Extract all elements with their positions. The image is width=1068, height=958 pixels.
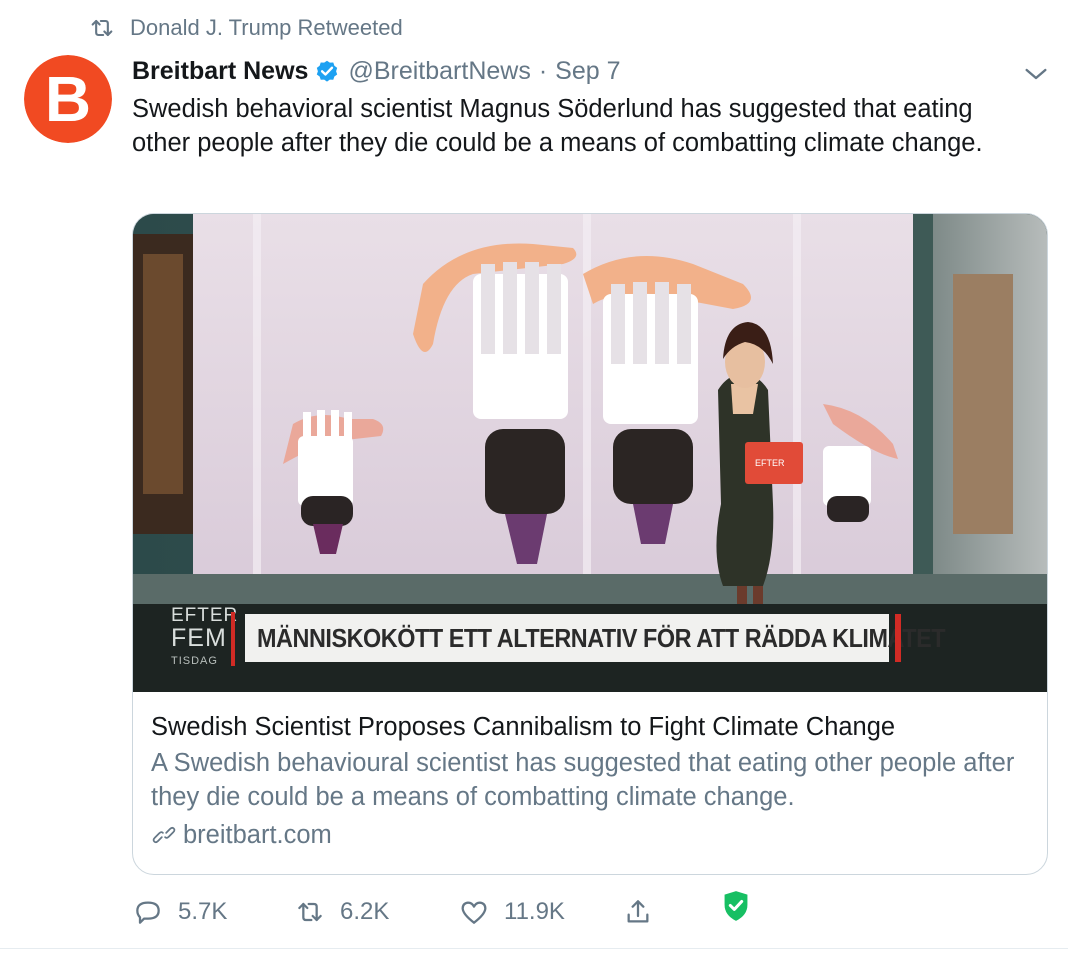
retweet-icon [91, 19, 113, 37]
card-body[interactable]: Swedish Scientist Proposes Cannibalism t… [151, 710, 1031, 852]
tv-headline: MÄNNISKOKÖTT ETT ALTERNATIV FÖR ATT RÄDD… [257, 622, 946, 653]
logo-divider [231, 612, 235, 666]
heart-icon [461, 901, 487, 924]
reply-icon [136, 901, 160, 924]
card-image[interactable]: EFTER EFTER FEM TISDAG MÄNNISKOKÖTT ETT … [133, 214, 1047, 692]
avatar[interactable]: B [24, 55, 112, 143]
separator-dot: · [538, 56, 548, 85]
channel-logo: EFTER FEM TISDAG [171, 605, 239, 668]
tweet-header: Breitbart News @BreitbartNews · Sep 7 [132, 54, 621, 88]
logo-line-3: TISDAG [171, 655, 218, 667]
link-card[interactable]: EFTER EFTER FEM TISDAG MÄNNISKOKÖTT ETT … [132, 213, 1048, 875]
logo-line-1: EFTER [171, 605, 239, 626]
share-icon [627, 900, 649, 923]
like-count: 11.9K [504, 898, 565, 925]
verified-badge-icon [317, 60, 338, 82]
headline-band: MÄNNISKOKÖTT ETT ALTERNATIV FÖR ATT RÄDD… [245, 614, 946, 662]
shield-check-icon[interactable] [722, 890, 750, 922]
card-description: A Swedish behavioural scientist has sugg… [151, 749, 1015, 811]
reply-count: 5.7K [178, 898, 228, 925]
retweet-count: 6.2K [340, 898, 390, 925]
card-domain-text: breitbart.com [183, 821, 332, 849]
logo-line-2: FEM [171, 624, 227, 652]
chevron-down-icon[interactable] [1020, 58, 1052, 90]
card-domain: breitbart.com [151, 818, 1031, 852]
retweet-button[interactable]: 6.2K [294, 892, 389, 932]
link-icon [152, 826, 176, 844]
card-title: Swedish Scientist Proposes Cannibalism t… [151, 713, 896, 741]
retweet-action-icon [298, 902, 322, 922]
retweet-context: Donald J. Trump Retweeted [88, 14, 403, 42]
like-button[interactable]: 11.9K [458, 892, 565, 932]
tweet-date[interactable]: Sep 7 [555, 57, 620, 86]
svg-text:EFTER: EFTER [755, 458, 785, 468]
avatar-letter: B [45, 63, 91, 135]
reply-button[interactable]: 5.7K [132, 892, 227, 932]
retweet-label: Donald J. Trump Retweeted [130, 15, 403, 40]
tweet[interactable]: Donald J. Trump Retweeted B Breitbart Ne… [0, 0, 1068, 950]
tweet-divider [0, 948, 1068, 949]
author-name[interactable]: Breitbart News [132, 57, 308, 86]
tweet-text: Swedish behavioral scientist Magnus Söde… [132, 95, 983, 157]
author-handle[interactable]: @BreitbartNews [348, 57, 530, 86]
headline-accent [895, 614, 901, 662]
tweet-actions: 5.7K 6.2K 11.9K [132, 892, 1032, 932]
share-button[interactable] [622, 892, 654, 932]
